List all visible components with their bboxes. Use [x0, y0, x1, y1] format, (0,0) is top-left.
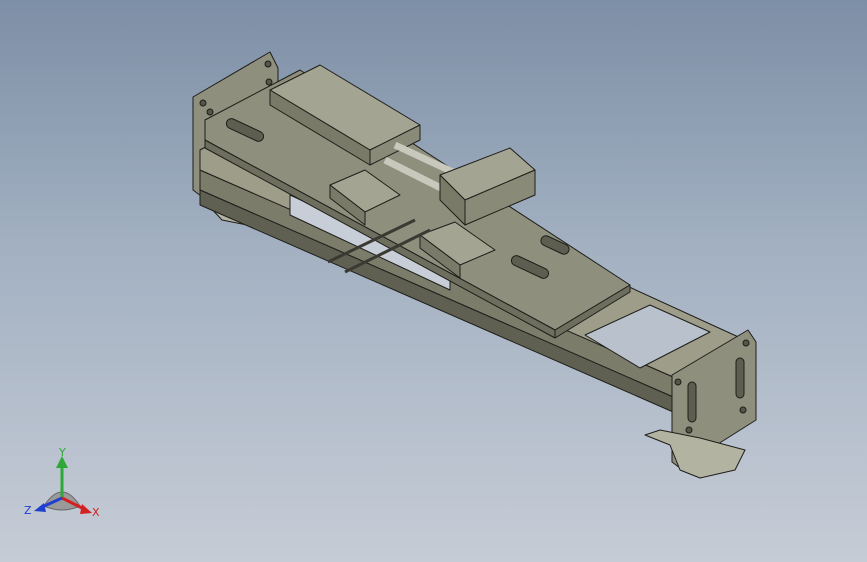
mount-hole [739, 406, 747, 414]
mount-hole [199, 99, 207, 107]
mount-hole [264, 60, 272, 68]
mount-hole [265, 78, 273, 86]
cad-model-view[interactable] [0, 0, 867, 562]
mount-hole [206, 108, 214, 116]
z-axis-label: Z [24, 504, 32, 517]
orientation-triad[interactable]: Y X Z [22, 448, 112, 528]
x-axis-arrow-icon [80, 504, 92, 514]
mount-hole [742, 339, 750, 347]
right-foot [644, 429, 746, 479]
right-plate-slot [687, 381, 697, 423]
z-axis-arrow-icon [34, 503, 46, 512]
y-axis-label: Y [58, 448, 66, 459]
mount-hole [674, 378, 682, 386]
x-axis-label: X [92, 506, 100, 519]
graphics-viewport[interactable]: Y X Z [0, 0, 867, 562]
mount-hole [685, 426, 693, 434]
right-plate-slot [735, 357, 745, 399]
